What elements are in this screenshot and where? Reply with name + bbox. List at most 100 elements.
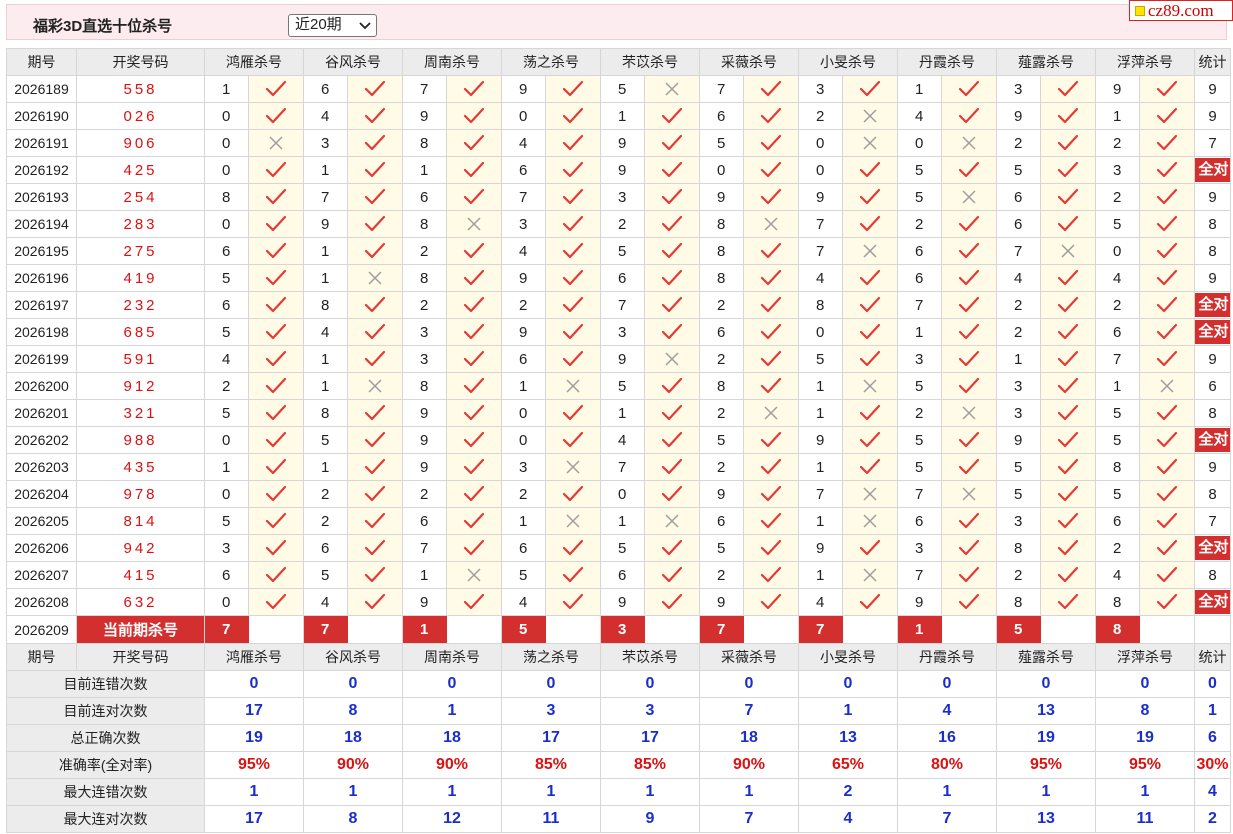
check-icon [760, 80, 782, 97]
hit-mark-cell [644, 561, 700, 589]
hit-mark-cell [743, 534, 799, 562]
check-icon [364, 215, 386, 232]
kill-number-cell: 5 [600, 237, 645, 265]
kill-number-cell: 2 [303, 507, 348, 535]
period-select[interactable]: 近20期 [288, 14, 377, 37]
kill-number-cell: 1 [1095, 102, 1140, 130]
hit-mark-cell [347, 507, 403, 535]
hit-mark-cell [248, 210, 304, 238]
summary-value: 0 [996, 670, 1096, 698]
kill-number-cell: 1 [897, 75, 942, 103]
miss-mark-cell [1139, 372, 1195, 400]
kill-number-cell: 2 [402, 291, 447, 319]
hit-mark-cell [248, 372, 304, 400]
kill-number-cell: 9 [600, 129, 645, 157]
column-header-1: 开奖号码 [76, 48, 205, 76]
check-icon [562, 323, 584, 340]
kill-number-cell: 5 [798, 345, 843, 373]
cross-icon [962, 406, 976, 420]
hit-mark-cell [1040, 264, 1096, 292]
summary-value: 2 [798, 778, 898, 806]
table-row: 2026190 026 0 4 9 0 1 6 2 4 9 1 9 [6, 102, 1231, 130]
brand-logo[interactable]: cz89.com [1129, 0, 1233, 21]
kill-number-cell: 0 [501, 102, 546, 130]
kill-number-cell: 4 [897, 102, 942, 130]
hit-mark-cell [248, 480, 304, 508]
check-icon [661, 242, 683, 259]
table-footer-header-row: 期号 开奖号码 鸿雁杀号 谷风杀号 周南杀号 荡之杀号 芣苡杀号 采薇杀号 小旻杀号 丹霞杀号 薤露… [6, 643, 1231, 671]
check-icon [463, 161, 485, 178]
hit-mark-cell [248, 75, 304, 103]
check-icon [661, 431, 683, 448]
current-kill-number: 7 [799, 616, 843, 643]
kill-number-cell: 9 [501, 264, 546, 292]
hit-mark-cell [446, 75, 502, 103]
period-cell: 2026206 [6, 534, 77, 562]
hit-mark-cell [842, 291, 898, 319]
hit-mark-cell [842, 534, 898, 562]
hit-mark-cell [1139, 210, 1195, 238]
hit-mark-cell [446, 345, 502, 373]
kill-number-cell: 5 [600, 534, 645, 562]
stat-cell: 9 [1194, 264, 1231, 292]
kill-number-cell: 0 [204, 588, 249, 616]
check-icon [1156, 80, 1178, 97]
table-header-row: 期号 开奖号码 鸿雁杀号 谷风杀号 周南杀号 荡之杀号 芣苡杀号 采薇杀号 小旻杀号 丹霞杀号 薤露… [6, 48, 1231, 76]
check-icon [364, 404, 386, 421]
draw-number-cell: 912 [76, 372, 205, 400]
check-icon [364, 242, 386, 259]
current-kill-number: 1 [403, 616, 447, 643]
summary-value: 18 [699, 724, 799, 752]
check-icon [562, 215, 584, 232]
stat-cell: 9 [1194, 453, 1231, 481]
check-icon [958, 296, 980, 313]
stat-cell: 9 [1194, 183, 1231, 211]
kill-number-cell: 3 [798, 75, 843, 103]
kill-number-cell: 9 [699, 183, 744, 211]
kill-number-cell: 2 [1095, 183, 1140, 211]
hit-mark-cell [743, 480, 799, 508]
summary-value: 1 [600, 778, 700, 806]
hit-mark-cell [347, 129, 403, 157]
summary-value: 0 [699, 670, 799, 698]
kill-number-cell: 5 [996, 480, 1041, 508]
check-icon [958, 377, 980, 394]
hit-mark-cell [1040, 318, 1096, 346]
kill-number-cell: 7 [699, 75, 744, 103]
kill-number-cell: 1 [501, 372, 546, 400]
check-icon [760, 485, 782, 502]
table-row: 2026199 591 4 1 3 6 9 2 5 3 1 7 9 [6, 345, 1231, 373]
kill-number-cell: 0 [204, 102, 249, 130]
footer-column-header-0: 期号 [6, 643, 77, 671]
hit-mark-cell [743, 318, 799, 346]
table-row: 2026194 283 0 9 8 3 2 8 7 2 6 5 8 [6, 210, 1231, 238]
hit-mark-cell [743, 453, 799, 481]
draw-number-cell: 026 [76, 102, 205, 130]
hit-mark-cell [347, 345, 403, 373]
cross-icon [863, 136, 877, 150]
cross-icon [269, 136, 283, 150]
table-row: 2026189 558 1 6 7 9 5 7 3 1 3 9 9 [6, 75, 1231, 103]
table-row: 2026202 988 0 5 9 0 4 5 9 5 9 5 全对 [6, 426, 1231, 454]
check-icon [661, 404, 683, 421]
summary-value: 8 [303, 697, 403, 725]
kill-number-cell: 3 [402, 345, 447, 373]
hit-mark-cell [644, 237, 700, 265]
check-icon [265, 512, 287, 529]
check-icon [859, 431, 881, 448]
hit-mark-cell [644, 399, 700, 427]
kill-number-cell: 9 [996, 426, 1041, 454]
check-icon [1057, 80, 1079, 97]
check-icon [859, 188, 881, 205]
check-icon [463, 242, 485, 259]
column-header-4: 周南杀号 [402, 48, 502, 76]
check-icon [364, 350, 386, 367]
kill-number-cell: 9 [501, 318, 546, 346]
hit-mark-cell [347, 75, 403, 103]
kill-number-cell: 1 [600, 399, 645, 427]
check-icon [364, 107, 386, 124]
summary-value: 13 [798, 724, 898, 752]
cross-icon [1160, 379, 1174, 393]
kill-number-cell: 1 [996, 345, 1041, 373]
hit-mark-cell [545, 264, 601, 292]
